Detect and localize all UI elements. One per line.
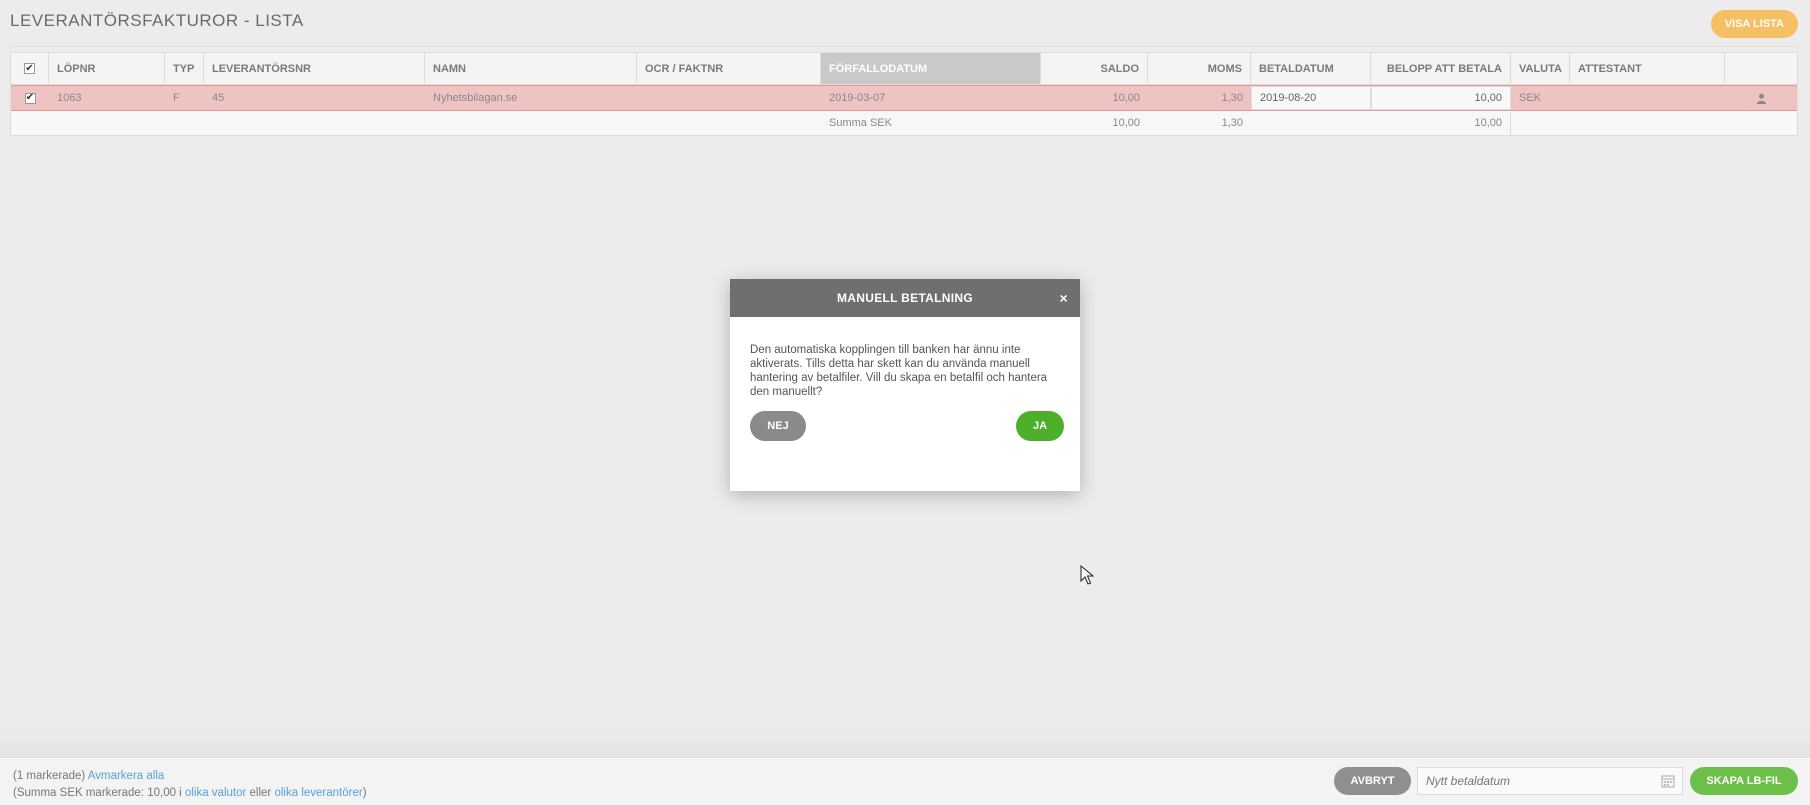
dialog-actions: NEJ JA (750, 411, 1064, 441)
selection-summary: (1 markerade) Avmarkera alla (Summa SEK … (13, 768, 367, 802)
footer-fade (0, 729, 1810, 757)
selection-line-1: (1 markerade) Avmarkera alla (13, 768, 367, 785)
marked-count: (1 markerade) (13, 770, 86, 782)
close-paren: ) (362, 787, 367, 799)
manual-payment-dialog: MANUELL BETALNING × Den automatiska kopp… (730, 279, 1080, 491)
selection-line-2: (Summa SEK markerade: 10,00 i olika valu… (13, 785, 367, 802)
sum-marked-text: (Summa SEK markerade: 10,00 i (13, 787, 182, 799)
create-lb-file-button[interactable]: SKAPA LB-FIL (1690, 767, 1798, 795)
dialog-title: MANUELL BETALNING (837, 291, 973, 305)
close-icon[interactable]: × (1060, 279, 1068, 317)
or-text: eller (249, 787, 272, 799)
calendar-icon[interactable] (1661, 774, 1675, 788)
yes-button[interactable]: JA (1016, 411, 1064, 441)
new-payment-date-input[interactable] (1417, 767, 1683, 795)
cancel-button[interactable]: AVBRYT (1334, 767, 1411, 795)
various-currencies-link[interactable]: olika valutor (185, 787, 246, 799)
modal-overlay: MANUELL BETALNING × Den automatiska kopp… (0, 0, 1810, 805)
footer-bar: (1 markerade) Avmarkera alla (Summa SEK … (0, 757, 1810, 805)
dialog-message: Den automatiska kopplingen till banken h… (750, 344, 1048, 398)
no-button[interactable]: NEJ (750, 411, 806, 441)
various-suppliers-link[interactable]: olika leverantörer (274, 787, 362, 799)
dialog-header: MANUELL BETALNING × (730, 279, 1080, 317)
mouse-cursor-icon (1080, 565, 1094, 585)
unmark-all-link[interactable]: Avmarkera alla (88, 770, 165, 782)
